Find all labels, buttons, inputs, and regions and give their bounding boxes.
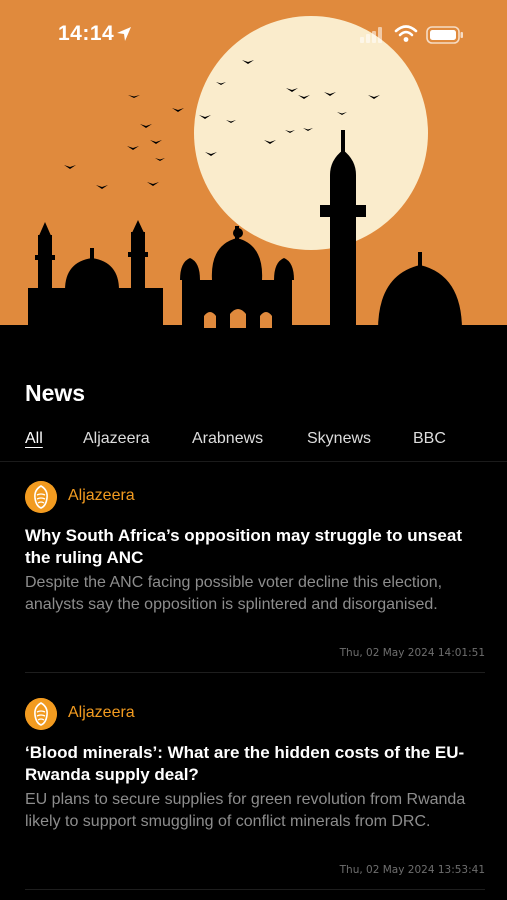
location-arrow-icon bbox=[117, 27, 131, 41]
tabs-divider bbox=[0, 461, 507, 462]
source-tabs: All Aljazeera Arabnews Skynews BBC bbox=[0, 428, 507, 462]
aljazeera-logo-icon bbox=[25, 481, 57, 513]
tab-aljazeera[interactable]: Aljazeera bbox=[83, 430, 150, 448]
article-headline[interactable]: ‘Blood minerals’: What are the hidden co… bbox=[25, 742, 485, 786]
tab-arabnews[interactable]: Arabnews bbox=[192, 430, 263, 448]
status-bar: 14:14 bbox=[0, 0, 507, 70]
article-timestamp: Thu, 02 May 2024 14:01:51 bbox=[339, 647, 485, 659]
article-divider bbox=[25, 889, 485, 890]
news-article-card[interactable]: Aljazeera Why South Africa’s opposition … bbox=[25, 481, 485, 676]
cellular-signal-icon bbox=[360, 27, 382, 43]
tab-bbc[interactable]: BBC bbox=[413, 430, 446, 448]
news-article-card[interactable]: Aljazeera ‘Blood minerals’: What are the… bbox=[25, 698, 485, 893]
article-source-row: Aljazeera bbox=[25, 698, 485, 730]
article-summary: EU plans to secure supplies for green re… bbox=[25, 791, 466, 830]
page-title: News bbox=[25, 380, 86, 406]
article-summary: Despite the ANC facing possible voter de… bbox=[25, 574, 443, 613]
article-timestamp: Thu, 02 May 2024 13:53:41 bbox=[339, 864, 485, 876]
article-divider bbox=[25, 672, 485, 673]
article-source-row: Aljazeera bbox=[25, 481, 485, 513]
tab-skynews[interactable]: Skynews bbox=[307, 430, 371, 448]
article-headline[interactable]: Why South Africa’s opposition may strugg… bbox=[25, 525, 485, 569]
wifi-icon bbox=[394, 25, 418, 42]
article-source-name: Aljazeera bbox=[68, 487, 135, 504]
aljazeera-logo-icon bbox=[25, 698, 57, 730]
status-time: 14:14 bbox=[58, 22, 115, 45]
article-source-name: Aljazeera bbox=[68, 704, 135, 721]
tab-all[interactable]: All bbox=[25, 430, 43, 448]
battery-icon bbox=[426, 26, 463, 44]
